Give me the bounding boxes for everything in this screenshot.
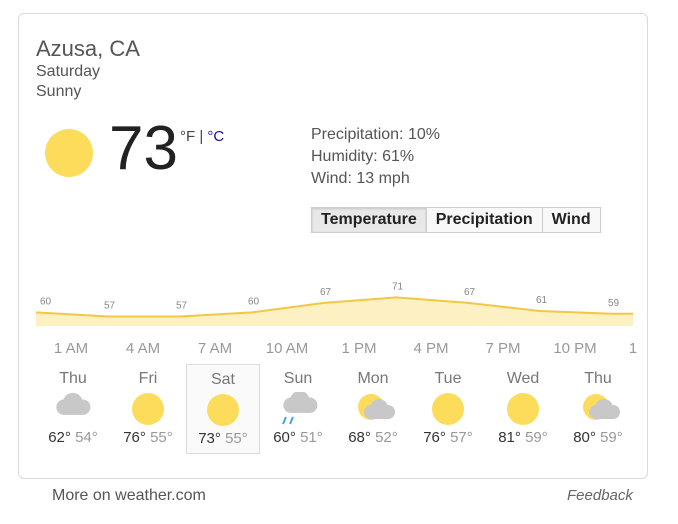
forecast-day-thu-next[interactable]: Thu 80° 59°	[561, 364, 635, 454]
forecast-day-sat[interactable]: Sat 73° 55°	[186, 364, 260, 454]
sunny-icon	[132, 393, 164, 425]
forecast-day-fri[interactable]: Fri 76° 55°	[111, 364, 185, 454]
temperature-point-label: 57	[104, 300, 116, 311]
forecast-day-tue[interactable]: Tue 76° 57°	[411, 364, 485, 454]
temperature-chart: 60 57 57 60 67 71 67 61 59	[36, 281, 633, 326]
hour-label: 4 PM	[413, 340, 449, 357]
hour-label: 7 PM	[485, 340, 521, 357]
high-temp: 73°	[198, 430, 221, 447]
low-temp: 57°	[450, 429, 473, 446]
partly-cloudy-icon	[358, 394, 395, 420]
temperature-point-label: 67	[320, 287, 332, 298]
hour-label: 1	[628, 340, 638, 357]
low-temp: 52°	[375, 429, 398, 446]
hour-label: 1 PM	[341, 340, 377, 357]
tab-wind[interactable]: Wind	[541, 208, 600, 232]
daily-forecast: Thu 62° 54° Fri 76° 55° Sat 73° 55° Sun …	[36, 364, 636, 454]
low-temp: 59°	[525, 429, 548, 446]
precipitation-detail: Precipitation: 10%	[311, 126, 440, 143]
low-temp: 55°	[150, 429, 173, 446]
hour-label: 10 PM	[553, 340, 597, 357]
rain-icon	[282, 392, 318, 425]
weather-details: Precipitation: 10% Humidity: 61% Wind: 1…	[311, 124, 440, 190]
wind-detail: Wind: 13 mph	[311, 170, 410, 187]
day-name: Thu	[584, 370, 612, 387]
sunny-icon	[432, 393, 464, 425]
day-name: Fri	[138, 370, 158, 387]
temperature-point-label: 59	[608, 298, 620, 309]
current-temperature: 73	[109, 114, 178, 183]
cloudy-icon	[56, 392, 91, 415]
low-temp: 59°	[600, 429, 623, 446]
day-label: Saturday	[36, 63, 101, 80]
sun-icon	[45, 129, 93, 177]
forecast-day-thu[interactable]: Thu 62° 54°	[36, 364, 110, 454]
sunny-icon	[507, 393, 539, 425]
high-temp: 62°	[48, 429, 71, 446]
tab-precipitation[interactable]: Precipitation	[425, 208, 542, 232]
high-temp: 76°	[423, 429, 446, 446]
feedback-link[interactable]: Feedback	[567, 487, 633, 504]
day-name: Sun	[283, 370, 313, 387]
high-temp: 81°	[498, 429, 521, 446]
more-weather-link[interactable]: More on weather.com	[52, 487, 206, 505]
temperature-point-label: 60	[40, 296, 52, 307]
location-title: Azusa, CA	[36, 36, 140, 61]
tab-temperature[interactable]: Temperature	[312, 208, 426, 232]
high-temp: 76°	[123, 429, 146, 446]
day-name: Thu	[59, 370, 87, 387]
day-name: Tue	[434, 370, 462, 387]
day-name: Wed	[506, 370, 540, 387]
low-temp: 55°	[225, 430, 248, 447]
forecast-day-wed[interactable]: Wed 81° 59°	[486, 364, 560, 454]
low-temp: 54°	[75, 429, 98, 446]
hour-label: 4 AM	[125, 340, 161, 357]
high-temp: 80°	[573, 429, 596, 446]
high-temp: 60°	[273, 429, 296, 446]
temperature-point-label: 60	[248, 296, 260, 307]
temperature-point-label: 71	[392, 281, 404, 292]
forecast-day-sun[interactable]: Sun 60° 51°	[261, 364, 335, 454]
fahrenheit-unit[interactable]: °F	[180, 128, 195, 145]
unit-separator: |	[195, 128, 208, 145]
high-temp: 68°	[348, 429, 371, 446]
chart-tabs: Temperature Precipitation Wind	[311, 207, 601, 233]
temperature-point-label: 61	[536, 295, 548, 306]
low-temp: 51°	[300, 429, 323, 446]
day-name: Sat	[210, 371, 235, 388]
day-name: Mon	[357, 370, 389, 387]
forecast-day-mon[interactable]: Mon 68° 52°	[336, 364, 410, 454]
hour-label: 7 AM	[197, 340, 233, 357]
condition-label: Sunny	[36, 83, 82, 100]
hour-label: 10 AM	[265, 340, 309, 357]
temperature-point-label: 67	[464, 287, 476, 298]
hour-label: 1 AM	[53, 340, 89, 357]
celsius-unit[interactable]: °C	[207, 128, 224, 145]
sunny-icon	[207, 394, 239, 426]
partly-cloudy-icon	[583, 394, 620, 420]
unit-toggle: °F | °C	[180, 128, 224, 145]
weather-card: Azusa, CA Saturday Sunny 73 °F | °C Prec…	[18, 13, 648, 479]
temperature-point-label: 57	[176, 300, 188, 311]
humidity-detail: Humidity: 61%	[311, 148, 415, 165]
